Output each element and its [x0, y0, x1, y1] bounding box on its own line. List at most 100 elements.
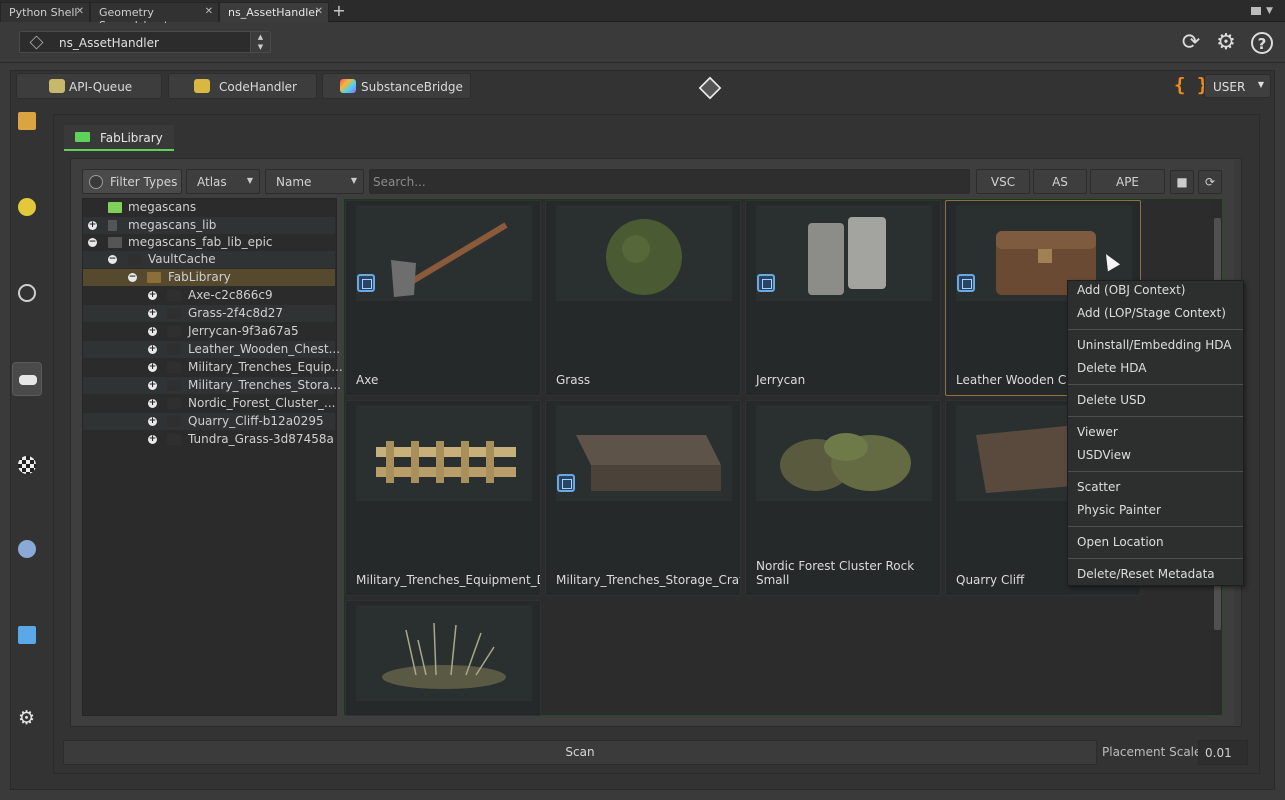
cube-badge-icon — [357, 274, 375, 292]
pane-menu-icon[interactable] — [1251, 7, 1261, 15]
spin-arrows-icon[interactable]: ▲ ▼ — [250, 32, 270, 52]
menu-separator — [1068, 416, 1243, 417]
expand-icon[interactable]: + — [148, 345, 157, 354]
rail-eye-icon[interactable] — [12, 190, 42, 224]
tree-item-asset[interactable]: + Tundra_Grass-3d87458a — [83, 431, 335, 448]
expand-icon[interactable]: + — [88, 221, 97, 230]
user-combo[interactable]: USER ▼ — [1204, 74, 1271, 98]
asset-card-grass[interactable]: Grass — [545, 200, 741, 396]
rail-box-icon[interactable] — [12, 104, 42, 138]
rail-compass-icon[interactable] — [12, 276, 42, 310]
expand-icon[interactable]: + — [148, 435, 157, 444]
tree-item-fablibrary[interactable]: − FabLibrary — [83, 269, 335, 286]
menu-item-uninstall-embedding-hda[interactable]: Uninstall/Embedding HDA — [1077, 338, 1232, 352]
tab-fablibrary[interactable]: FabLibrary — [64, 125, 174, 151]
tree-item-label: Quarry_Cliff-b12a0295 — [188, 414, 324, 428]
expand-icon[interactable]: + — [148, 291, 157, 300]
tree-item-megascans[interactable]: megascans — [83, 199, 335, 216]
chevron-down-icon: ▼ — [1257, 80, 1264, 89]
atlas-dropdown[interactable]: Atlas ▼ — [186, 169, 260, 194]
api-queue-button[interactable]: API-Queue — [16, 73, 162, 99]
help-icon[interactable]: ? — [1251, 32, 1273, 54]
tree-item-megascans-lib[interactable]: + megascans_lib — [83, 217, 335, 234]
asset-card-military-trenches-storage-crate[interactable]: Military_Trenches_Storage_Crate — [545, 400, 741, 596]
folder-icon — [167, 434, 181, 445]
code-handler-button[interactable]: CodeHandler — [168, 73, 317, 99]
menu-item-scatter[interactable]: Scatter — [1077, 480, 1120, 494]
asset-card-jerrycan[interactable]: Jerrycan — [745, 200, 941, 396]
asset-card-axe[interactable]: Axe — [345, 200, 541, 396]
tab-geometry-spreadsheet[interactable]: Geometry Spreadsheet ✕ — [90, 2, 219, 32]
rail-gear-icon[interactable]: ⚙ — [12, 704, 42, 738]
placement-scale-field[interactable]: 0.01 — [1198, 740, 1248, 765]
menu-item-delete-usd[interactable]: Delete USD — [1077, 393, 1146, 407]
expand-icon[interactable]: + — [148, 309, 157, 318]
tree-item-asset[interactable]: + Axe-c2c866c9 — [83, 287, 335, 304]
reload-icon[interactable]: ⟳ — [1198, 170, 1222, 194]
menu-separator — [1068, 471, 1243, 472]
tree-item-label: FabLibrary — [168, 270, 231, 284]
vsc-button[interactable]: VSC — [976, 169, 1030, 194]
asset-label: Jerrycan — [756, 373, 806, 387]
collapse-icon[interactable]: − — [108, 255, 117, 264]
expand-icon[interactable]: + — [148, 417, 157, 426]
refresh-icon[interactable]: ⟳ — [1178, 30, 1204, 56]
rail-swirl-icon[interactable] — [12, 532, 42, 566]
menu-item-usdview[interactable]: USDView — [1077, 448, 1131, 462]
close-icon[interactable]: ✕ — [315, 6, 323, 17]
expand-icon[interactable]: + — [148, 399, 157, 408]
expand-icon[interactable]: + — [148, 363, 157, 372]
tree-item-asset[interactable]: + Grass-2f4c8d27 — [83, 305, 335, 322]
rail-checker-icon[interactable] — [12, 448, 42, 482]
tab-ns-assethandler[interactable]: ns_AssetHandler ✕ — [219, 2, 329, 22]
search-input[interactable]: Search... — [369, 169, 970, 194]
folder-icon — [167, 344, 181, 355]
menu-item-viewer[interactable]: Viewer — [1077, 425, 1118, 439]
tree-item-asset[interactable]: + Military_Trenches_Stora... — [83, 377, 341, 394]
filter-types-label: Filter Types — [110, 175, 178, 189]
rail-car-icon[interactable] — [12, 362, 42, 396]
collapse-icon[interactable]: − — [88, 238, 97, 247]
menu-separator — [1068, 329, 1243, 330]
collapse-icon[interactable]: − — [128, 273, 137, 282]
folder-icon — [108, 202, 122, 213]
asset-thumbnail — [556, 405, 732, 501]
expand-icon[interactable]: + — [148, 381, 157, 390]
menu-item-physic-painter[interactable]: Physic Painter — [1077, 503, 1161, 517]
tree-item-label: megascans_fab_lib_epic — [128, 235, 273, 249]
expand-icon[interactable]: + — [148, 327, 157, 336]
menu-item-delete-reset-metadata[interactable]: Delete/Reset Metadata — [1077, 567, 1215, 581]
menu-separator — [1068, 384, 1243, 385]
asset-card-tundra-grass[interactable] — [345, 600, 541, 716]
tree-item-asset[interactable]: + Jerrycan-9f3a67a5 — [83, 323, 335, 340]
stop-icon[interactable]: ■ — [1170, 170, 1194, 194]
asset-card-nordic-forest-cluster-rock-small[interactable]: Nordic Forest Cluster Rock Small — [745, 400, 941, 596]
add-tab-plus-icon[interactable]: + — [331, 2, 347, 20]
api-queue-label: API-Queue — [69, 80, 133, 94]
gear-icon[interactable]: ⚙ — [1213, 30, 1239, 56]
tab-python-shell[interactable]: Python Shell ✕ — [0, 2, 90, 22]
rail-cube-icon[interactable] — [12, 618, 42, 652]
menu-item-add-lop-stage-context[interactable]: Add (LOP/Stage Context) — [1077, 306, 1226, 320]
menu-item-open-location[interactable]: Open Location — [1077, 535, 1164, 549]
tree-item-megascans-fab-lib-epic[interactable]: − megascans_fab_lib_epic — [83, 234, 335, 251]
tree-item-vaultcache[interactable]: − VaultCache — [83, 251, 335, 268]
name-dropdown[interactable]: Name ▼ — [265, 169, 364, 194]
filter-types-toggle[interactable]: Filter Types — [82, 169, 182, 194]
menu-item-delete-hda[interactable]: Delete HDA — [1077, 361, 1147, 375]
ape-button[interactable]: APE — [1090, 169, 1165, 194]
substance-bridge-button[interactable]: SubstanceBridge — [322, 73, 471, 99]
tree-item-asset[interactable]: + Nordic_Forest_Cluster_... — [83, 395, 335, 412]
tree-item-asset[interactable]: + Military_Trenches_Equip... — [83, 359, 343, 376]
tree-item-asset[interactable]: + Leather_Wooden_Chest... — [83, 341, 340, 358]
path-combo[interactable]: ns_AssetHandler ▲ ▼ — [19, 31, 271, 53]
asset-card-military-trenches-equipment[interactable]: Military_Trenches_Equipment_Duc2b8a88f — [345, 400, 541, 596]
close-icon[interactable]: ✕ — [76, 6, 84, 17]
pane-dropdown-icon[interactable]: ▼ — [1266, 6, 1273, 16]
close-icon[interactable]: ✕ — [205, 6, 213, 17]
tree-item-label: VaultCache — [148, 252, 216, 266]
tree-item-asset[interactable]: + Quarry_Cliff-b12a0295 — [83, 413, 335, 430]
menu-item-add-obj-context[interactable]: Add (OBJ Context) — [1077, 283, 1185, 297]
scan-button[interactable]: Scan — [63, 740, 1097, 765]
as-button[interactable]: AS — [1033, 169, 1087, 194]
